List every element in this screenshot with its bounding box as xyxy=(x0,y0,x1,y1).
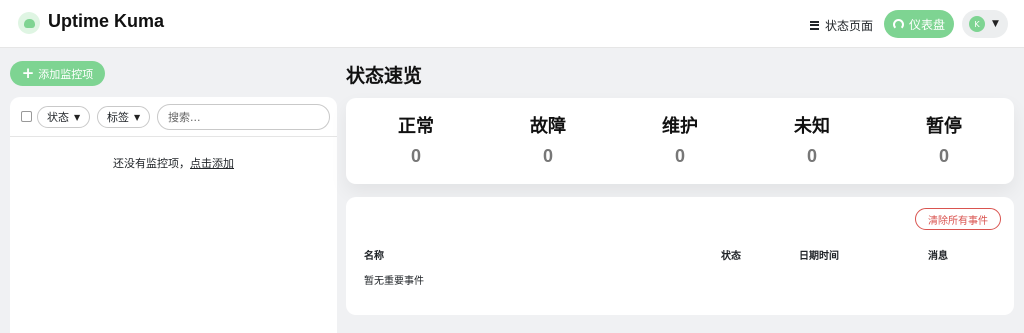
empty-monitor-message: 还没有监控项，点击添加 xyxy=(10,155,337,171)
stat-down: 故障 0 xyxy=(508,112,588,167)
important-events-card: 清除所有事件 名称 状态 日期时间 消息 暂无重要事件 xyxy=(346,197,1014,315)
stat-paused: 暂停 0 xyxy=(904,112,984,167)
column-header-status: 状态 xyxy=(721,251,741,262)
add-monitor-label: 添加监控项 xyxy=(38,67,94,81)
chevron-down-icon: ▼ xyxy=(74,112,81,122)
stat-down-label: 故障 xyxy=(530,116,566,137)
list-icon xyxy=(810,20,819,30)
stat-unknown-value: 0 xyxy=(806,146,817,166)
stat-maintenance: 维护 0 xyxy=(640,112,720,167)
stat-up-value: 0 xyxy=(410,146,421,166)
tags-filter-label: 标签 xyxy=(107,111,129,124)
avatar: K xyxy=(969,16,985,32)
stat-paused-value: 0 xyxy=(938,146,949,166)
monitor-list-panel: 状态 ▼ 标签 ▼ 还没有监控项，点击添加 xyxy=(10,97,337,333)
page-title: 状态速览 xyxy=(346,65,423,87)
stat-maintenance-label: 维护 xyxy=(662,116,698,137)
select-all-checkbox[interactable] xyxy=(21,111,32,122)
stat-up-label: 正常 xyxy=(398,116,434,137)
no-events-message: 暂无重要事件 xyxy=(364,276,424,287)
column-header-message: 消息 xyxy=(928,251,948,262)
status-page-label: 状态页面 xyxy=(825,18,874,33)
tags-filter-dropdown[interactable]: 标签 ▼ xyxy=(97,106,151,128)
dashboard-label: 仪表盘 xyxy=(908,17,945,32)
add-monitor-button[interactable]: + 添加监控项 xyxy=(10,61,105,86)
column-header-datetime: 日期时间 xyxy=(799,251,839,262)
plus-icon: + xyxy=(21,64,35,82)
status-filter-dropdown[interactable]: 状态 ▼ xyxy=(37,106,91,128)
search-input[interactable] xyxy=(157,104,330,130)
status-overview-card: 正常 0 故障 0 维护 0 未知 0 暂停 0 xyxy=(346,98,1014,184)
stat-up: 正常 0 xyxy=(376,112,456,167)
status-filter-label: 状态 xyxy=(47,111,69,124)
empty-monitor-text: 还没有监控项， xyxy=(113,157,190,170)
gauge-icon xyxy=(892,18,904,30)
column-header-name: 名称 xyxy=(364,251,384,262)
clear-all-events-button[interactable]: 清除所有事件 xyxy=(915,208,1001,230)
profile-dropdown[interactable]: K ▼ xyxy=(962,10,1008,38)
status-page-link[interactable]: 状态页面 xyxy=(810,16,873,34)
chevron-down-icon: ▼ xyxy=(992,19,999,29)
add-monitor-link[interactable]: 点击添加 xyxy=(190,157,234,170)
stat-unknown: 未知 0 xyxy=(772,112,852,167)
monitor-filter-bar: 状态 ▼ 标签 ▼ xyxy=(10,97,337,137)
chevron-down-icon: ▼ xyxy=(134,112,141,122)
dashboard-button[interactable]: 仪表盘 xyxy=(884,10,954,38)
stat-paused-label: 暂停 xyxy=(926,116,962,137)
app-title[interactable]: Uptime Kuma xyxy=(48,11,164,32)
stat-down-value: 0 xyxy=(542,146,553,166)
stat-unknown-label: 未知 xyxy=(794,116,830,137)
top-navbar: Uptime Kuma 状态页面 仪表盘 K ▼ xyxy=(0,0,1024,48)
uptime-kuma-logo-icon[interactable] xyxy=(18,12,40,34)
stat-maintenance-value: 0 xyxy=(674,146,685,166)
